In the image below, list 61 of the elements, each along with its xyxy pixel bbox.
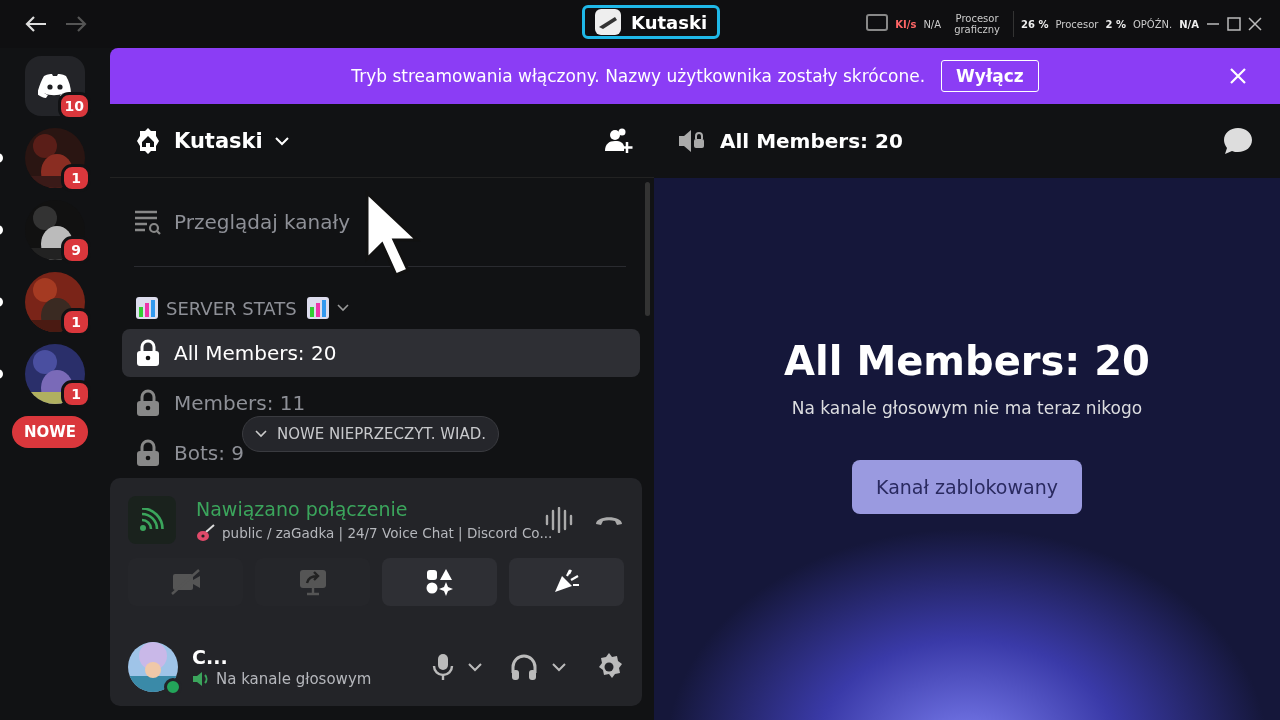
stat-value: 26 % [1021, 18, 1049, 30]
channel-title: All Members: 20 [720, 129, 903, 153]
voice-channel-name[interactable]: public / zaGadka | 24/7 Voice Chat | Discord Co... [222, 525, 553, 541]
empty-channel-title: All Members: 20 [784, 338, 1150, 384]
locked-speaker-icon [678, 128, 706, 154]
guitar-icon [196, 524, 216, 542]
activities-button[interactable] [382, 558, 497, 606]
channel-locked-button[interactable]: Kanał zablokowany [852, 460, 1082, 514]
speaker-icon [192, 671, 210, 687]
empty-channel-text: Na kanale głosowym nie ma teraz nikogo [791, 398, 1143, 418]
server-name[interactable]: Kutaski [174, 128, 263, 153]
chevron-down-icon[interactable] [468, 662, 482, 672]
lock-icon [136, 339, 160, 367]
discord-logo-icon [38, 73, 72, 99]
home-badge-icon [134, 126, 162, 155]
lock-icon [136, 439, 160, 467]
chat-icon[interactable] [1222, 126, 1254, 156]
headphones-icon[interactable] [510, 653, 538, 681]
unread-badge: 1 [61, 308, 91, 336]
server-logo-icon [595, 9, 621, 35]
channel-list-search-icon [134, 209, 162, 235]
banner-text: Tryb streamowania włączony. Nazwy użytkownika zostały skrócone. [351, 66, 926, 86]
connection-icon[interactable] [128, 496, 176, 544]
stat-value: N/A [1179, 18, 1199, 30]
user-name: C... [192, 646, 229, 668]
category-label[interactable]: SERVER STATS [166, 297, 297, 319]
unread-badge: 9 [61, 236, 91, 264]
unread-badge: 10 [57, 92, 91, 120]
channel-item[interactable]: All Members: 20 [122, 329, 640, 377]
monitor-icon [866, 14, 889, 34]
back-icon[interactable] [24, 14, 48, 34]
stat-value: KI/s [895, 18, 917, 30]
stat-value: Procesor [1055, 18, 1099, 30]
unread-badge: 1 [61, 164, 91, 192]
stat-label: Procesor graficzny [953, 13, 1001, 35]
close-icon[interactable] [1248, 17, 1262, 31]
bar-chart-icon [306, 297, 329, 319]
stat-value: 2 % [1105, 18, 1126, 30]
new-unread-toast[interactable]: NOWE NIEPRZECZYT. WIAD. [242, 416, 500, 452]
user-status: Na kanale głosowym [216, 670, 372, 688]
microphone-icon[interactable] [432, 653, 454, 681]
bar-chart-icon [136, 297, 158, 319]
lock-icon [136, 389, 160, 417]
chevron-down-icon [255, 430, 267, 438]
camera-off-icon [170, 569, 201, 595]
chevron-down-icon[interactable] [336, 304, 349, 312]
screen-share-icon [297, 568, 328, 596]
stat-value: OPÓŹN. [1132, 18, 1173, 30]
unread-badge: 1 [61, 380, 91, 408]
connection-status[interactable]: Nawiązano połączenie [196, 498, 524, 520]
new-pill[interactable]: NOWE [12, 416, 89, 448]
soundboard-button[interactable] [509, 558, 624, 606]
browse-channels[interactable]: Przeglądaj kanały [122, 178, 640, 266]
maximize-icon[interactable] [1227, 17, 1241, 31]
window-title-text: Kutaski [631, 11, 708, 33]
stat-value: N/A [923, 18, 942, 30]
disable-button[interactable]: Wyłącz [941, 60, 1039, 92]
chevron-down-icon[interactable] [552, 662, 566, 672]
invite-icon[interactable] [604, 126, 634, 155]
shapes-icon [424, 568, 455, 596]
forward-icon[interactable] [64, 14, 88, 34]
